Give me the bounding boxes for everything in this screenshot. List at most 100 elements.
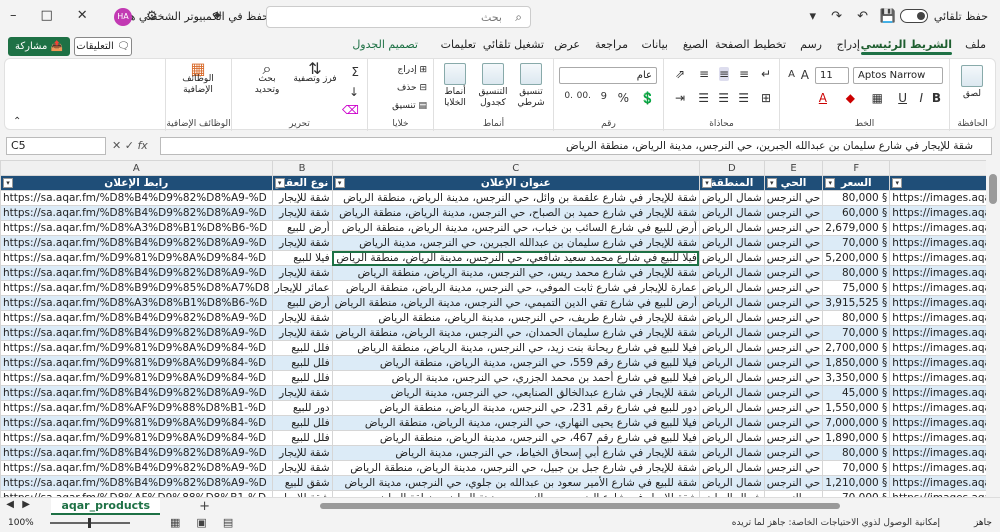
paste-button[interactable]: لصق <box>957 65 987 100</box>
accessibility-status[interactable]: إمكانية الوصول لذوي الاحتياجات الخاصة: ج… <box>732 518 940 528</box>
autosave[interactable]: حفظ تلقائي <box>899 9 988 23</box>
table-cell[interactable]: حي النرجس <box>763 445 824 461</box>
table-cell[interactable]: شقة للإيجار في شارع عبدالخالق الصنايعي، … <box>331 385 700 401</box>
table-cell[interactable]: أرض للبيع <box>271 295 333 311</box>
table-cell[interactable]: حي النرجس <box>763 250 824 266</box>
table-cell[interactable]: شمال الرياض <box>698 400 765 416</box>
table-cell[interactable]: شقة للإيجار في شارع سليمان بن عبدالله ال… <box>331 235 700 251</box>
column-header[interactable]: نوع العقار ▾ <box>271 175 333 191</box>
delete-cells-button[interactable]: ⊟ حذف <box>397 83 427 94</box>
align-center-icon[interactable]: ☰ <box>718 91 729 105</box>
table-cell[interactable]: فيلا للبيع في شارع ريحانة بنت زيد، حي ال… <box>331 340 700 356</box>
column-letter[interactable]: A <box>0 160 273 176</box>
table-cell[interactable]: https://sa.aqar.fm/%D8%B4%D9%82%D8%A9-%D <box>0 460 273 476</box>
table-cell[interactable]: شقة للإيجار <box>271 385 333 401</box>
settings-icon[interactable]: ⚙ <box>146 9 158 24</box>
table-cell[interactable]: فلل للبيع <box>271 340 333 356</box>
table-cell[interactable]: https://sa.aqar.fm/%D8%B4%D9%82%D8%A9-%D <box>0 190 273 206</box>
close-icon[interactable]: ✕ <box>77 8 88 23</box>
table-cell[interactable]: https://sa.aqar.fm/%D9%81%D9%8A%D9%84-%D <box>0 355 273 371</box>
align-right-icon[interactable]: ☰ <box>738 91 749 105</box>
table-cell[interactable]: حي النرجس <box>763 460 824 476</box>
table-cell[interactable]: حي النرجس <box>763 385 824 401</box>
tab-home[interactable]: الشريط الرئيسي <box>860 38 953 55</box>
page-layout-view-icon[interactable]: ▣ <box>196 516 206 529</box>
table-cell[interactable]: شقة للإيجار <box>271 445 333 461</box>
table-cell[interactable]: شمال الرياض <box>698 235 765 251</box>
align-top-icon[interactable]: ≡ <box>739 67 749 81</box>
table-cell[interactable]: حي النرجس <box>763 400 824 416</box>
table-cell[interactable]: حي النرجس <box>763 190 824 206</box>
table-cell[interactable]: https://sa.aqar.fm/%D8%B9%D9%85%D8%A7%D8 <box>0 280 273 296</box>
table-cell[interactable]: حي النرجس <box>763 280 824 296</box>
vertical-scrollbar[interactable] <box>986 160 1000 497</box>
table-cell[interactable]: حي النرجس <box>763 415 824 431</box>
bold-icon[interactable]: B <box>932 91 941 105</box>
table-cell[interactable]: https://sa.aqar.fm/%D9%81%D9%8A%D9%84-%D <box>0 415 273 431</box>
column-letter[interactable]: B <box>271 160 333 176</box>
add-sheet-button[interactable]: + <box>199 499 210 514</box>
table-cell[interactable]: 5,200,000 § <box>822 250 891 266</box>
fx-icon[interactable]: ✕ ✓ fx <box>112 139 148 152</box>
formula-input[interactable]: شقة للإيجار في شارع سليمان بن عبدالله ال… <box>160 137 992 155</box>
cell-styles-button[interactable]: أنماط الخلايا <box>437 63 473 109</box>
table-cell[interactable]: فلل للبيع <box>271 430 333 446</box>
merge-icon[interactable]: ⊞ <box>761 91 771 105</box>
tab-data[interactable]: بيانات <box>641 38 668 51</box>
customize-qat-icon[interactable]: ▾ <box>809 9 816 24</box>
increase-font-icon[interactable]: A <box>801 68 809 82</box>
tab-file[interactable]: ملف <box>965 38 986 51</box>
italic-icon[interactable]: I <box>919 91 923 105</box>
table-cell[interactable]: حي النرجس <box>763 310 824 326</box>
table-cell[interactable]: شمال الرياض <box>698 415 765 431</box>
table-cell[interactable]: https://sa.aqar.fm/%D8%B4%D9%82%D8%A9-%D <box>0 205 273 221</box>
horizontal-scrollbar[interactable] <box>320 502 940 511</box>
fill-icon[interactable]: ↓ <box>349 85 359 99</box>
find-select-button[interactable]: ⌕ بحث وتحديد <box>245 61 289 96</box>
table-cell[interactable]: عمارة للإيجار في شارع ثابت الموفي، حي ال… <box>331 280 700 296</box>
table-cell[interactable]: 80,000 § <box>822 190 891 206</box>
column-header[interactable]: صورة الإعلان▾ <box>889 175 986 191</box>
table-cell[interactable]: https://sa.aqar.fm/%D9%81%D9%8A%D9%84-%D <box>0 430 273 446</box>
name-box[interactable]: C5 <box>6 137 106 155</box>
number-format-select[interactable]: عام <box>559 67 657 84</box>
normal-view-icon[interactable]: ▦ <box>170 516 180 529</box>
table-cell[interactable]: حي النرجس <box>763 205 824 221</box>
table-cell[interactable]: شمال الرياض <box>698 190 765 206</box>
hscroll-thumb[interactable] <box>320 503 840 509</box>
comments-button[interactable]: 🗨 التعليقات <box>74 37 132 56</box>
table-cell[interactable]: https://images.aqar.fm/webp/750x0/props/… <box>889 355 986 371</box>
table-cell[interactable]: 70,000 § <box>822 235 891 251</box>
copilot-icon[interactable]: ✦ <box>212 9 223 24</box>
comma-icon[interactable]: 9 <box>601 91 607 102</box>
table-cell[interactable]: 3,350,000 § <box>822 370 891 386</box>
table-cell[interactable]: https://images.aqar.fm/webp/750x0/props/… <box>889 325 986 341</box>
table-cell[interactable]: شقة للإيجار في شارع جبل بن جبيل، حي النر… <box>331 460 700 476</box>
table-cell[interactable]: فيلا للبيع في شارع يحيى النهاري، حي النر… <box>331 415 700 431</box>
column-header[interactable]: السعر ▾ <box>822 175 891 191</box>
zoom-slider[interactable] <box>50 518 130 528</box>
tab-automate[interactable]: تشغيل تلقائي <box>483 38 544 51</box>
table-cell[interactable]: https://images.aqar.fm/webp/750x0/props/… <box>889 190 986 206</box>
column-header[interactable]: الحي ▾ <box>763 175 824 191</box>
page-break-view-icon[interactable]: ▤ <box>223 516 233 529</box>
zoom-level[interactable]: 100% <box>8 518 34 528</box>
table-cell[interactable]: 80,000 § <box>822 265 891 281</box>
table-cell[interactable]: فلل للبيع <box>271 355 333 371</box>
table-cell[interactable]: https://images.aqar.fm/webp/750x0/props/… <box>889 340 986 356</box>
column-header[interactable]: رابط الإعلان ▾ <box>0 175 273 191</box>
table-cell[interactable]: فيلا للبيع <box>271 250 333 266</box>
table-cell[interactable]: https://images.aqar.fm/webp/750x0/props/… <box>889 280 986 296</box>
table-cell[interactable]: شمال الرياض <box>698 310 765 326</box>
format-as-table-button[interactable]: التنسيق كجدول <box>475 63 511 109</box>
table-cell[interactable]: https://images.aqar.fm/webp/750x0/props/… <box>889 310 986 326</box>
table-cell[interactable]: حي النرجس <box>763 475 824 491</box>
autosum-icon[interactable]: Σ <box>351 65 359 79</box>
increase-decimal-icon[interactable]: .00 <box>577 91 591 101</box>
filter-dropdown-icon[interactable]: ▾ <box>766 178 777 188</box>
search-box[interactable]: ⌕ بحث <box>266 6 531 28</box>
table-cell[interactable]: شمال الرياض <box>698 445 765 461</box>
table-cell[interactable]: 70,000 § <box>822 325 891 341</box>
table-cell[interactable]: https://sa.aqar.fm/%D8%B4%D9%82%D8%A9-%D <box>0 310 273 326</box>
table-cell[interactable]: https://images.aqar.fm/webp/750x0/props/… <box>889 265 986 281</box>
